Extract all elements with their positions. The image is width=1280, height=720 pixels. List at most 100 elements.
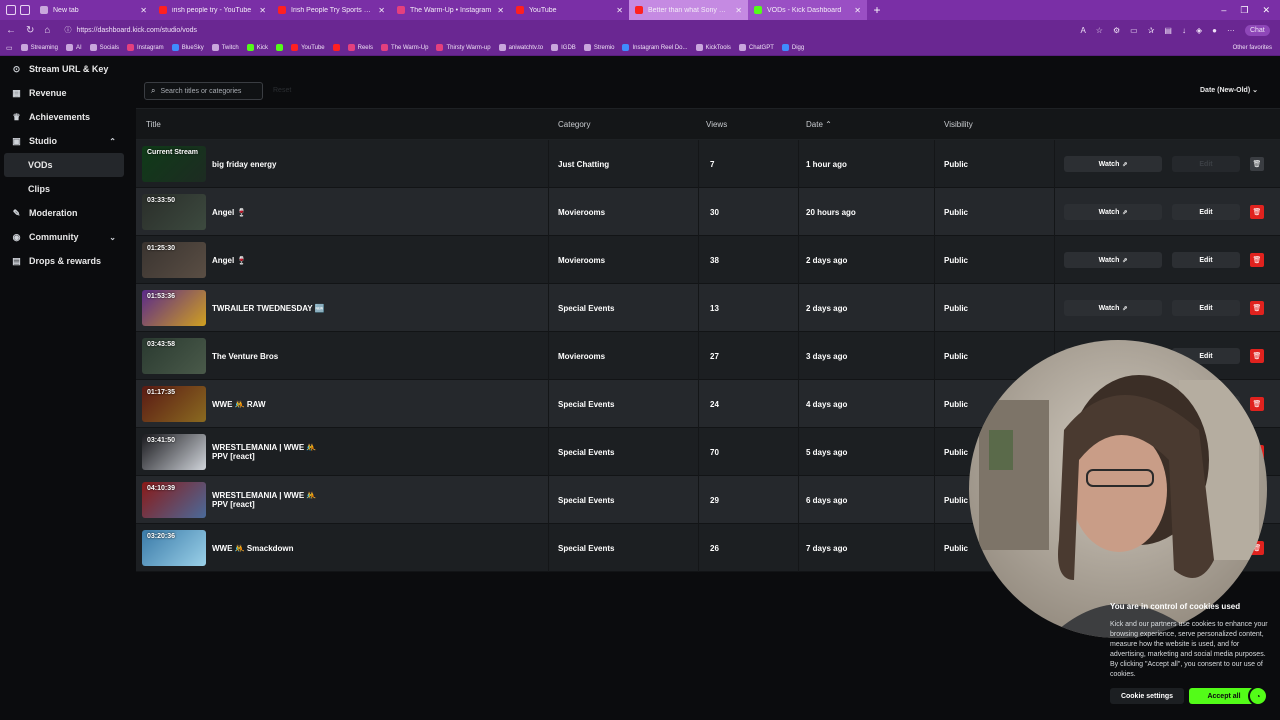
reset-button[interactable]: Reset [273,87,291,94]
bookmark-icon [89,44,97,51]
bookmark-item[interactable]: YouTube [291,44,325,51]
bookmark-item[interactable] [332,44,340,51]
workspaces-icon[interactable] [6,5,16,15]
url-field[interactable]: ⓘ https://dashboard.kick.com/studio/vods [60,23,1070,37]
bookmark-item[interactable]: Instagram Reel Do... [622,44,688,51]
new-tab-button[interactable]: + [867,3,887,17]
close-tab-icon[interactable]: ✕ [140,6,147,15]
bookmark-list: Streaming AI Socials Instagram BlueSky Twitch… [20,44,804,51]
read-aloud-icon[interactable]: A [1080,26,1085,35]
menu-dots-icon[interactable]: ··· [1227,26,1235,35]
bookmark-item[interactable]: Reels [347,44,373,51]
sidebar-item-revenue[interactable]: ▦ Revenue [0,81,130,105]
bookmark-item[interactable]: Streaming [20,44,58,51]
close-tab-icon[interactable]: ✕ [259,6,266,15]
delete-trash-icon[interactable]: 🗑 [1250,397,1264,411]
column-divider [798,188,799,236]
header-category[interactable]: Category [558,120,590,129]
bookmark-item[interactable]: The Warm-Up [380,44,428,51]
bookmark-item[interactable]: Thirsty Warm-up [436,44,491,51]
bookmark-item[interactable]: AI [65,44,82,51]
edit-button[interactable]: Edit [1172,300,1240,316]
sidebar-item-stream-url-key[interactable]: ⊙ Stream URL & Key [0,57,130,81]
site-info-icon[interactable]: ⓘ [64,25,71,35]
watch-button[interactable]: Watch⇗ [1064,156,1162,172]
other-favorites[interactable]: Other favorites [1233,45,1280,51]
bookmark-item[interactable]: BlueSky [171,44,204,51]
close-tab-icon[interactable]: ✕ [497,6,504,15]
header-visibility[interactable]: Visibility [944,120,973,129]
sidebar-item-clips[interactable]: Clips [0,177,130,201]
sort-select[interactable]: Date (New-Old) ⌄ [1200,86,1258,94]
browser-tab[interactable]: Better than what Sony made - Sup... ✕ [629,0,748,20]
header-views[interactable]: Views [706,120,727,129]
chat-support-icon[interactable]: ◔ [1248,686,1268,706]
home-icon[interactable]: ⌂ [44,25,50,36]
header-title[interactable]: Title [146,120,161,129]
favorite-star-icon[interactable]: ☆ [1096,26,1103,35]
browser-tab[interactable]: irish people try - YouTube ✕ [153,0,272,20]
minimize-icon[interactable]: – [1221,5,1226,16]
sidebar-item-moderation[interactable]: ✎ Moderation [0,201,130,225]
bookmark-item[interactable]: Stremio [583,44,614,51]
edit-button[interactable]: Edit [1172,252,1240,268]
bookmark-item[interactable] [276,44,284,51]
bookmark-item[interactable]: IGDB [551,44,576,51]
collections-icon[interactable]: ▤ [1164,26,1172,35]
sort-asc-icon: ⌃ [825,119,832,129]
browser-tab[interactable]: VODs - Kick Dashboard ✕ [748,0,867,20]
sidebar-item-studio[interactable]: ▣ Studio ⌃ [0,129,130,153]
bookmark-item[interactable]: Instagram [127,44,164,51]
instagram-icon [397,6,405,14]
close-window-icon[interactable]: ✕ [1262,5,1270,16]
profile-icon[interactable]: ● [1212,26,1217,35]
bookmark-item[interactable]: ChatGPT [738,44,774,51]
close-tab-icon[interactable]: ✕ [854,6,861,15]
delete-trash-icon[interactable]: 🗑 [1250,301,1264,315]
column-divider [934,188,935,236]
copilot-chat-button[interactable]: Chat [1244,24,1270,36]
sidebar-item-drops-rewards[interactable]: ▤ Drops & rewards [0,249,130,273]
close-tab-icon[interactable]: ✕ [616,6,623,15]
vod-title: WRESTLEMANIA | WWE 🤼 PPV [react] [212,443,317,461]
downloads-icon[interactable]: ↓ [1182,26,1186,35]
cookie-settings-button[interactable]: Cookie settings [1110,688,1184,704]
maximize-icon[interactable]: ❐ [1240,5,1248,16]
delete-trash-icon[interactable]: 🗑 [1250,205,1264,219]
extensions-icon[interactable]: ⚙ [1113,26,1120,35]
vod-date: 5 days ago [806,447,848,457]
refresh-icon[interactable]: ↻ [26,25,34,36]
sidebar-item-vods[interactable]: VODs [4,153,124,177]
shield-icon[interactable]: ◈ [1196,26,1202,35]
split-screen-icon[interactable]: ▭ [1130,26,1138,35]
watch-button[interactable]: Watch⇗ [1064,204,1162,220]
bookmark-icon [332,44,340,51]
bookmark-item[interactable]: Socials [89,44,119,51]
bookmark-icon [781,44,789,51]
delete-trash-icon[interactable]: 🗑 [1250,253,1264,267]
bookmark-item[interactable]: aniwatchtv.to [498,44,543,51]
header-date[interactable]: Date ⌃ [806,120,832,129]
delete-trash-icon[interactable]: 🗑 [1250,349,1264,363]
webcam-overlay [969,340,1267,638]
close-tab-icon[interactable]: ✕ [378,6,385,15]
sidebar-item-achievements[interactable]: ♛ Achievements [0,105,130,129]
bookmark-item[interactable]: Twitch [211,44,239,51]
search-input[interactable]: ⌕ Search titles or categories [144,82,263,100]
browser-tab[interactable]: New tab ✕ [34,0,153,20]
browser-tab[interactable]: YouTube ✕ [510,0,629,20]
bookmark-item[interactable]: KickTools [695,44,731,51]
browser-tab[interactable]: Irish People Try Sports Celebrity A... ✕ [272,0,391,20]
tab-actions-icon[interactable] [20,5,30,15]
favorites-icon[interactable]: ✰ [1148,26,1155,35]
browser-tab[interactable]: The Warm-Up • Instagram ✕ [391,0,510,20]
back-icon[interactable]: ← [6,25,16,36]
bookmark-item[interactable]: Digg [781,44,804,51]
watch-button[interactable]: Watch⇗ [1064,252,1162,268]
watch-button[interactable]: Watch⇗ [1064,300,1162,316]
bookmark-item[interactable]: Kick [246,44,268,51]
sidebar-item-community[interactable]: ◉ Community ⌄ [0,225,130,249]
close-tab-icon[interactable]: ✕ [735,6,742,15]
bookmark-label: IGDB [561,44,576,51]
edit-button[interactable]: Edit [1172,204,1240,220]
